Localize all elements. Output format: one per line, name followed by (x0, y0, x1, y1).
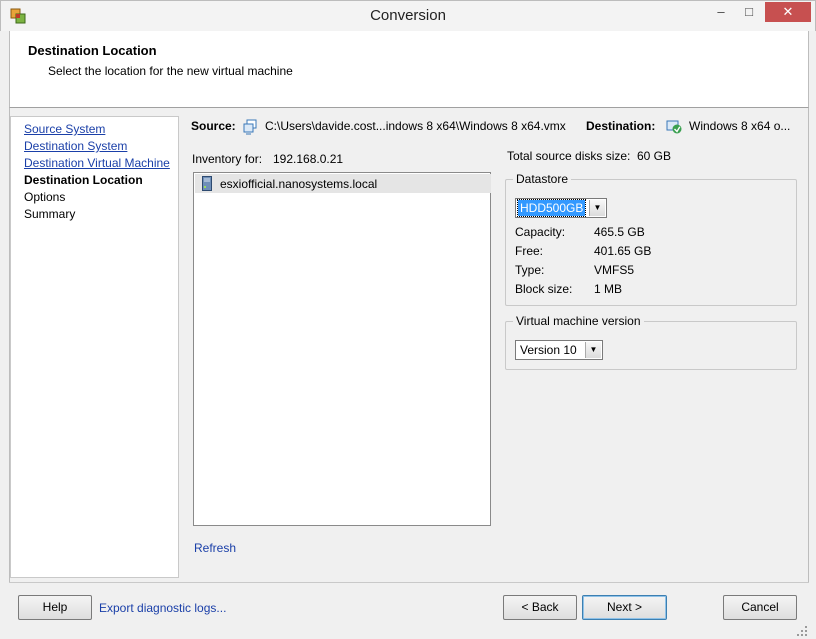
datastore-dropdown[interactable]: HDD500GB ▼ (515, 198, 607, 218)
wizard-steps-panel: Source System Destination System Destina… (10, 116, 179, 578)
close-button[interactable]: ✕ (765, 2, 811, 22)
refresh-link[interactable]: Refresh (194, 541, 236, 555)
window-title: Conversion (370, 7, 446, 24)
step-summary: Summary (24, 207, 76, 221)
inventory-host: 192.168.0.21 (273, 152, 344, 166)
source-path: C:\Users\davide.cost...indows 8 x64\Wind… (265, 119, 566, 133)
cancel-button[interactable]: Cancel (723, 595, 797, 620)
block-size-label: Block size: (515, 282, 573, 296)
type-label: Type: (515, 263, 545, 277)
step-link-destination-system[interactable]: Destination System (24, 139, 127, 153)
inventory-label: Inventory for: (192, 152, 263, 166)
title-bar: Conversion – □ ✕ (0, 0, 816, 31)
next-button[interactable]: Next > (582, 595, 667, 620)
step-link-source-system[interactable]: Source System (24, 122, 105, 136)
footer-divider (9, 582, 809, 583)
free-label: Free: (515, 244, 544, 258)
datastore-group-label: Datastore (513, 172, 572, 186)
wizard-header: Destination Location Select the location… (9, 31, 809, 108)
destination-label: Destination: (586, 119, 656, 133)
step-link-destination-virtual-machine[interactable]: Destination Virtual Machine (24, 156, 170, 170)
step-options: Options (24, 190, 66, 204)
total-disks-label: Total source disks size: (507, 149, 631, 163)
step-current-destination-location: Destination Location (24, 173, 143, 187)
chevron-down-icon[interactable]: ▼ (585, 342, 601, 358)
type-value: VMFS5 (594, 263, 635, 277)
page-subtitle: Select the location for the new virtual … (48, 64, 293, 78)
page-title: Destination Location (28, 43, 157, 58)
source-vm-icon (243, 119, 257, 135)
destination-name: Windows 8 x64 o... (689, 119, 791, 133)
back-button[interactable]: < Back (503, 595, 577, 620)
chevron-down-icon[interactable]: ▼ (589, 200, 605, 216)
minimize-button[interactable]: – (707, 2, 735, 22)
tree-item-label: esxiofficial.nanosystems.local (220, 177, 378, 191)
destination-vm-icon (666, 120, 682, 134)
total-disks-value: 60 GB (637, 149, 672, 163)
inventory-tree[interactable]: esxiofficial.nanosystems.local (193, 172, 491, 526)
vm-version-dropdown[interactable]: Version 10 ▼ (515, 340, 603, 360)
vm-version-group-label: Virtual machine version (513, 314, 644, 328)
tree-item-host[interactable]: esxiofficial.nanosystems.local (195, 174, 491, 193)
source-label: Source: (191, 119, 236, 133)
free-value: 401.65 GB (594, 244, 652, 258)
host-icon (202, 176, 212, 191)
vm-version-selected-value: Version 10 (520, 343, 577, 357)
block-size-value: 1 MB (594, 282, 623, 296)
export-diagnostic-logs-link[interactable]: Export diagnostic logs... (99, 601, 226, 615)
datastore-selected-value: HDD500GB (516, 199, 587, 217)
resize-grip-icon[interactable] (796, 625, 808, 637)
help-button[interactable]: Help (18, 595, 92, 620)
capacity-value: 465.5 GB (594, 225, 645, 239)
capacity-label: Capacity: (515, 225, 566, 239)
maximize-button[interactable]: □ (735, 2, 763, 22)
